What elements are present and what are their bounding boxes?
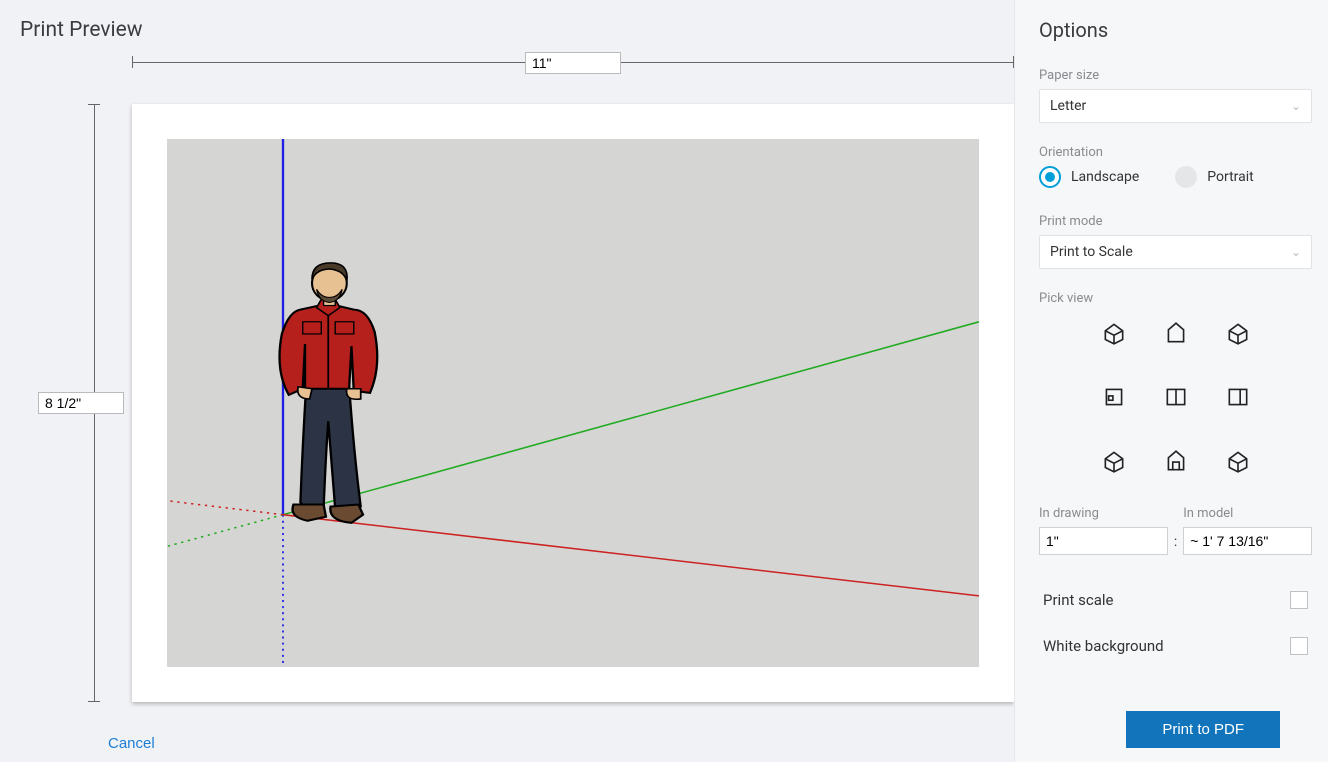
ruler-horizontal <box>132 48 1014 76</box>
ruler-vertical <box>80 104 108 702</box>
in-model-input[interactable] <box>1183 527 1312 555</box>
view-iso-button[interactable] <box>1093 312 1135 354</box>
print-mode-select[interactable]: Print to Scale ⌄ <box>1039 235 1312 269</box>
model-viewport <box>167 139 979 667</box>
view-iso-back-right-button[interactable] <box>1217 440 1259 482</box>
view-front-button[interactable] <box>1093 376 1135 418</box>
cancel-button[interactable]: Cancel <box>108 735 155 752</box>
orientation-label: Orientation <box>1039 145 1312 160</box>
white-bg-label: White background <box>1043 637 1164 655</box>
options-panel: Options Paper size Letter ⌄ Orientation … <box>1014 0 1328 762</box>
paper-width-input[interactable] <box>525 52 621 74</box>
radio-dot-icon <box>1039 166 1061 188</box>
page-title: Print Preview <box>20 18 994 42</box>
in-model-label: In model <box>1183 506 1312 521</box>
in-drawing-label: In drawing <box>1039 506 1168 521</box>
view-top-button[interactable] <box>1155 312 1197 354</box>
orientation-landscape-label: Landscape <box>1071 169 1139 185</box>
chevron-down-icon: ⌄ <box>1291 99 1301 113</box>
pick-view-label: Pick view <box>1039 291 1312 306</box>
print-scale-label: Print scale <box>1043 591 1113 609</box>
orientation-portrait-radio[interactable]: Portrait <box>1175 166 1253 188</box>
print-scale-checkbox[interactable] <box>1290 591 1308 609</box>
radio-dot-icon <box>1175 166 1197 188</box>
scale-ratio-colon: : <box>1174 534 1177 555</box>
view-iso-right-button[interactable] <box>1217 312 1259 354</box>
chevron-down-icon: ⌄ <box>1291 245 1301 259</box>
orientation-portrait-label: Portrait <box>1207 169 1253 185</box>
paper-size-value: Letter <box>1050 98 1086 114</box>
options-title: Options <box>1039 18 1312 42</box>
white-bg-checkbox[interactable] <box>1290 637 1308 655</box>
viewport-svg <box>167 139 979 667</box>
in-drawing-input[interactable] <box>1039 527 1168 555</box>
person-figure <box>280 263 378 523</box>
orientation-landscape-radio[interactable]: Landscape <box>1039 166 1139 188</box>
paper-preview <box>132 104 1014 702</box>
print-mode-value: Print to Scale <box>1050 244 1133 260</box>
view-right-button[interactable] <box>1217 376 1259 418</box>
preview-area <box>20 48 1014 702</box>
paper-size-label: Paper size <box>1039 68 1312 83</box>
view-iso-back-left-button[interactable] <box>1093 440 1135 482</box>
view-back-button[interactable] <box>1155 440 1197 482</box>
print-to-pdf-button[interactable]: Print to PDF <box>1126 711 1280 748</box>
paper-size-select[interactable]: Letter ⌄ <box>1039 89 1312 123</box>
print-mode-label: Print mode <box>1039 214 1312 229</box>
paper-height-input[interactable] <box>38 392 124 414</box>
view-front-ortho-button[interactable] <box>1155 376 1197 418</box>
